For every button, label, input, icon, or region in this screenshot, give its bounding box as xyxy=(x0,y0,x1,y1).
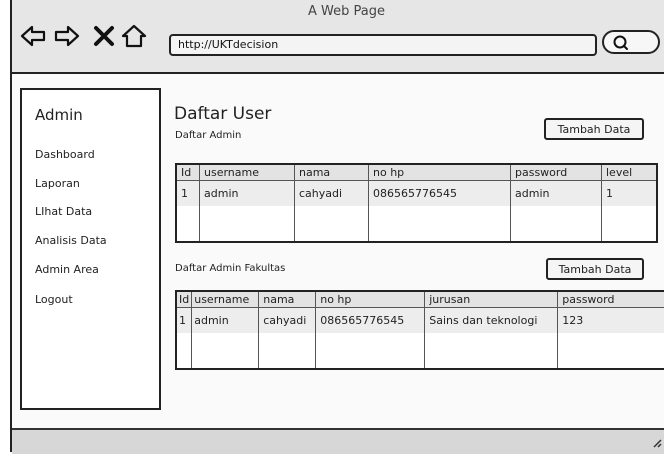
admin-table: Id username nama no hp password level 1 … xyxy=(175,163,658,243)
sidebar-item-analisis-data[interactable]: Analisis Data xyxy=(35,234,107,247)
cell-password: 123 xyxy=(557,307,664,333)
cell-username: admin xyxy=(191,307,259,333)
cell-username: admin xyxy=(199,180,295,206)
table-header-row: Id username nama no hp jurusan password xyxy=(175,291,664,308)
sidebar-item-admin-area[interactable]: Admin Area xyxy=(35,263,99,276)
col-id: Id xyxy=(175,164,200,181)
search-icon xyxy=(613,35,628,50)
browser-window: A Web Page http://UKTdecision Admin Dash… xyxy=(10,0,664,454)
cell-id: 1 xyxy=(175,180,200,206)
address-bar[interactable]: http://UKTdecision xyxy=(169,34,597,56)
col-nama: nama xyxy=(258,291,316,308)
sidebar-item-lihat-data[interactable]: LIhat Data xyxy=(35,205,92,218)
cell-no-hp: 086565776545 xyxy=(315,307,425,333)
back-icon[interactable] xyxy=(20,24,46,48)
col-username: username xyxy=(199,164,295,181)
sidebar: Admin Dashboard Laporan LIhat Data Anali… xyxy=(20,88,161,410)
col-jurusan: jurusan xyxy=(424,291,558,308)
cell-no-hp: 086565776545 xyxy=(368,180,511,206)
status-bar xyxy=(12,428,664,454)
search-box[interactable] xyxy=(602,30,660,54)
sidebar-item-logout[interactable]: Logout xyxy=(35,293,73,306)
home-icon[interactable] xyxy=(121,24,147,48)
page-title: Daftar User xyxy=(174,104,272,124)
cell-id: 1 xyxy=(175,307,192,333)
table-row[interactable]: 1 admin cahyadi 086565776545 admin 1 xyxy=(175,180,657,206)
col-username: username xyxy=(191,291,259,308)
cell-level: 1 xyxy=(601,180,657,206)
col-no-hp: no hp xyxy=(368,164,511,181)
window-title: A Web Page xyxy=(308,4,385,19)
close-icon[interactable] xyxy=(91,24,117,48)
cell-nama: cahyadi xyxy=(294,180,369,206)
resize-grip-icon[interactable] xyxy=(650,436,662,448)
forward-icon[interactable] xyxy=(54,24,80,48)
col-level: level xyxy=(601,164,657,181)
sidebar-item-laporan[interactable]: Laporan xyxy=(35,177,80,190)
col-password: password xyxy=(557,291,664,308)
cell-jurusan: Sains dan teknologi xyxy=(424,307,558,333)
col-nama: nama xyxy=(294,164,369,181)
col-id: Id xyxy=(175,291,192,308)
section-admin-label: Daftar Admin xyxy=(175,130,242,141)
browser-toolbar: A Web Page http://UKTdecision xyxy=(12,0,664,74)
col-no-hp: no hp xyxy=(315,291,425,308)
section-faculty-label: Daftar Admin Fakultas xyxy=(175,263,286,274)
table-row-empty xyxy=(175,333,664,369)
table-row[interactable]: 1 admin cahyadi 086565776545 Sains dan t… xyxy=(175,307,664,333)
col-password: password xyxy=(510,164,602,181)
cell-password: admin xyxy=(510,180,602,206)
add-faculty-admin-button[interactable]: Tambah Data xyxy=(546,258,644,280)
table-row-empty xyxy=(175,206,657,242)
table-header-row: Id username nama no hp password level xyxy=(175,164,657,181)
sidebar-title: Admin xyxy=(35,106,83,124)
sidebar-item-dashboard[interactable]: Dashboard xyxy=(35,148,95,161)
faculty-admin-table: Id username nama no hp jurusan password … xyxy=(175,290,664,370)
cell-nama: cahyadi xyxy=(258,307,316,333)
add-admin-button[interactable]: Tambah Data xyxy=(544,118,644,140)
